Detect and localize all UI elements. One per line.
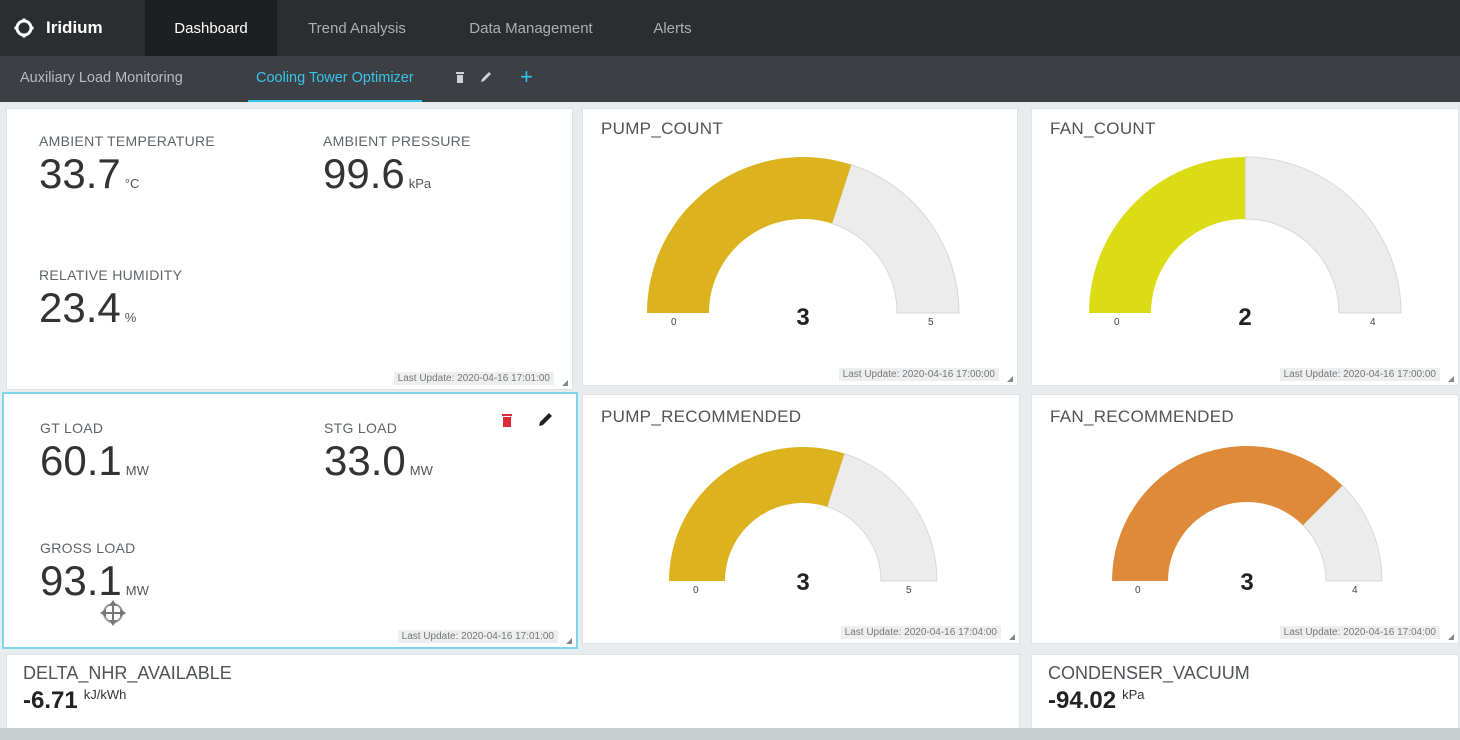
relative-humidity-unit: % [124, 310, 137, 325]
relative-humidity-label: RELATIVE HUMIDITY [39, 267, 183, 283]
pump-count-card[interactable]: PUMP_COUNT 0 5 3 Last Update: 2020-04-16… [582, 108, 1018, 386]
subtab-cooling-tower-optimizer[interactable]: Cooling Tower Optimizer [248, 56, 422, 102]
gear-logo-icon [14, 18, 34, 38]
delete-widget-icon[interactable] [501, 414, 513, 427]
resize-handle[interactable] [1448, 634, 1454, 640]
resize-handle[interactable] [1007, 376, 1013, 382]
gauge-value: 3 [796, 304, 810, 331]
pump-count-gauge [647, 156, 960, 314]
tab-dashboard[interactable]: Dashboard [145, 0, 277, 56]
ambient-conditions-card[interactable]: AMBIENT TEMPERATURE 33.7 °C AMBIENT PRESS… [6, 108, 573, 390]
gauge-value-arc [669, 447, 845, 581]
fan-recommended-card[interactable]: FAN_RECOMMENDED 0 4 3 Last Update: 2020-… [1031, 394, 1459, 644]
tab-trend-analysis[interactable]: Trend Analysis [277, 0, 437, 56]
pump-recommended-card[interactable]: PUMP_RECOMMENDED 0 5 3 Last Update: 2020… [582, 394, 1020, 644]
fan-count-gauge [1089, 156, 1402, 314]
add-tab-button[interactable]: + [520, 64, 533, 90]
delta-nhr-title: DELTA_NHR_AVAILABLE [23, 663, 232, 683]
delta-nhr-value: -6.71 [23, 687, 78, 714]
resize-handle[interactable] [562, 380, 568, 386]
resize-handle[interactable] [1448, 376, 1454, 382]
gauge-value: 3 [1240, 569, 1254, 596]
ambient-pressure-unit: kPa [408, 176, 432, 191]
dashboard-tabs-bar: Auxiliary Load Monitoring Cooling Tower … [0, 56, 1460, 102]
ambient-temperature-value: 33.7 [39, 150, 121, 197]
condenser-vacuum-card[interactable]: CONDENSER_VACUUM -94.02 kPa [1031, 654, 1459, 734]
ambient-pressure-reading: 99.6 kPa [323, 153, 431, 195]
gauge-min-label: 0 [1135, 585, 1141, 596]
gauge-remaining-arc [826, 452, 938, 582]
gt-load-label: GT LOAD [40, 420, 104, 436]
brand-name: Iridium [46, 18, 103, 37]
condenser-vacuum-reading: -94.02 kPa [1048, 687, 1144, 715]
gauge-value: 2 [1238, 304, 1252, 331]
relative-humidity-reading: 23.4% [39, 287, 136, 329]
last-update-text: Last Update: 2020-04-16 17:01:00 [393, 372, 554, 385]
gt-load-value: 60.1 [40, 437, 122, 484]
stg-load-value: 33.0 [324, 437, 406, 484]
gross-load-unit: MW [125, 583, 149, 598]
delta-nhr-card[interactable]: DELTA_NHR_AVAILABLE -6.71 kJ/kWh [6, 654, 1020, 734]
condenser-vacuum-title: CONDENSER_VACUUM [1048, 663, 1250, 683]
subtab-auxiliary-load-monitoring[interactable]: Auxiliary Load Monitoring [20, 56, 183, 102]
fan-recommended-gauge [1112, 446, 1383, 582]
move-cursor-icon [100, 600, 126, 626]
gauge-remaining-arc [831, 164, 960, 314]
resize-handle[interactable] [1009, 634, 1015, 640]
gauge-value-arc [1089, 157, 1245, 313]
gt-load-unit: MW [125, 463, 149, 478]
gauge-max-label: 5 [906, 585, 912, 596]
last-update-text: Last Update: 2020-04-16 17:04:00 [1279, 626, 1440, 639]
relative-humidity-value: 23.4 [39, 284, 121, 331]
resize-handle[interactable] [566, 638, 572, 644]
gauge-min-label: 0 [693, 585, 699, 596]
pump-recommended-gauge [669, 447, 938, 582]
last-update-text: Last Update: 2020-04-16 17:00:00 [838, 368, 999, 381]
gauge-value: 3 [796, 569, 810, 596]
top-nav-bar: Iridium Dashboard Trend Analysis Data Ma… [0, 0, 1460, 56]
horizontal-scrollbar[interactable] [0, 728, 1460, 740]
gross-load-value: 93.1 [40, 557, 122, 604]
last-update-text: Last Update: 2020-04-16 17:04:00 [840, 626, 1001, 639]
ambient-temperature-label: AMBIENT TEMPERATURE [39, 133, 216, 149]
stg-load-unit: MW [409, 463, 433, 478]
gauge-value-arc [1112, 446, 1343, 581]
delta-nhr-unit: kJ/kWh [83, 687, 127, 702]
ambient-temperature-reading: 33.7 °C [39, 153, 139, 195]
tab-alerts[interactable]: Alerts [625, 0, 720, 56]
stg-load-label: STG LOAD [324, 420, 398, 436]
edit-tab-icon[interactable] [480, 71, 492, 83]
gauge-max-label: 5 [928, 317, 934, 328]
delta-nhr-reading: -6.71 kJ/kWh [23, 687, 126, 715]
ambient-temperature-unit: °C [124, 176, 140, 191]
gt-load-reading: 60.1 MW [40, 440, 149, 482]
gross-load-label: GROSS LOAD [40, 540, 136, 556]
fan-count-card[interactable]: FAN_COUNT 0 4 2 Last Update: 2020-04-16 … [1031, 108, 1459, 386]
edit-widget-icon[interactable] [538, 412, 553, 427]
condenser-vacuum-value: -94.02 [1048, 687, 1117, 714]
gauge-min-label: 0 [671, 317, 677, 328]
tab-data-management[interactable]: Data Management [437, 0, 625, 56]
load-card[interactable]: GT LOAD 60.1 MW STG LOAD 33.0 MW GROSS LOA… [2, 392, 578, 649]
gauge-min-label: 0 [1114, 317, 1120, 328]
ambient-pressure-label: AMBIENT PRESSURE [323, 133, 471, 149]
last-update-text: Last Update: 2020-04-16 17:01:00 [397, 630, 558, 643]
gauge-value-arc [647, 156, 852, 313]
condenser-vacuum-unit: kPa [1122, 687, 1145, 702]
delete-tab-icon[interactable] [455, 72, 465, 83]
gauge-remaining-arc [1244, 156, 1402, 314]
gauge-max-label: 4 [1352, 585, 1358, 596]
brand[interactable]: Iridium [0, 0, 145, 56]
gauge-max-label: 4 [1370, 317, 1376, 328]
gross-load-reading: 93.1 MW [40, 560, 149, 602]
ambient-pressure-value: 99.6 [323, 150, 405, 197]
last-update-text: Last Update: 2020-04-16 17:00:00 [1279, 368, 1440, 381]
stg-load-reading: 33.0 MW [324, 440, 433, 482]
